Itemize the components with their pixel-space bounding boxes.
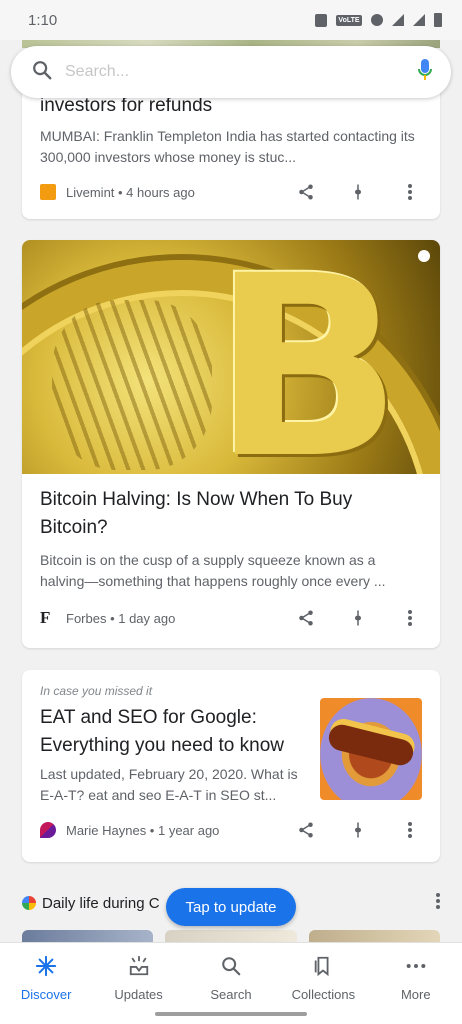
card-footer: F Forbes • 1 day ago xyxy=(40,604,422,632)
image-info-icon[interactable] xyxy=(418,250,430,262)
home-indicator[interactable] xyxy=(155,1012,307,1016)
share-icon[interactable] xyxy=(294,606,318,630)
status-time: 1:10 xyxy=(28,11,58,29)
nav-label: Discover xyxy=(20,987,72,1002)
forbes-logo-icon: F xyxy=(40,608,51,627)
news-card-bitcoin[interactable]: B Bitcoin Halving: Is Now When To Buy Bi… xyxy=(22,240,440,648)
tune-icon[interactable] xyxy=(346,818,370,842)
updates-icon xyxy=(127,955,151,981)
search-bar[interactable] xyxy=(11,46,451,98)
search-input[interactable] xyxy=(65,63,417,81)
more-vert-icon[interactable] xyxy=(436,892,440,914)
wifi-signal-icon xyxy=(392,14,404,26)
status-bar: 1:10 VoLTE xyxy=(0,0,462,40)
do-not-disturb-icon xyxy=(371,14,383,26)
more-vert-icon[interactable] xyxy=(398,818,422,842)
discover-screen: investors for refunds MUMBAI: Franklin T… xyxy=(0,0,462,1024)
nav-label: More xyxy=(400,987,431,1002)
card-source: Forbes • 1 day ago xyxy=(66,610,176,626)
search-icon xyxy=(220,955,242,981)
volte-icon: VoLTE xyxy=(336,14,362,26)
more-vert-icon[interactable] xyxy=(398,180,422,204)
card-source: Marie Haynes • 1 year ago xyxy=(66,822,220,838)
nav-label: Updates xyxy=(114,987,163,1002)
battery-icon xyxy=(434,13,442,27)
nav-more[interactable]: More xyxy=(376,955,456,1024)
nav-label: Search xyxy=(210,987,252,1002)
card-footer: Marie Haynes • 1 year ago xyxy=(40,816,422,844)
card-source: Livemint • 4 hours ago xyxy=(66,184,195,200)
collections-icon xyxy=(312,955,334,981)
card-kicker: In case you missed it xyxy=(40,684,153,698)
card-title[interactable]: EAT and SEO for Google: Everything you n… xyxy=(40,704,308,760)
bitcoin-symbol-icon: B xyxy=(212,240,403,475)
microphone-icon[interactable] xyxy=(417,58,433,87)
marie-haynes-logo-icon xyxy=(40,822,56,838)
card-title[interactable]: Bitcoin Halving: Is Now When To Buy Bitc… xyxy=(40,486,422,542)
asterisk-icon xyxy=(35,955,57,981)
card-snippet: Bitcoin is on the cusp of a supply squee… xyxy=(40,552,386,589)
more-dots-icon xyxy=(405,955,427,981)
card-footer: Livemint • 4 hours ago xyxy=(40,178,422,206)
bitcoin-image[interactable]: B xyxy=(22,240,440,474)
tune-icon[interactable] xyxy=(346,180,370,204)
section-title: Daily life during C xyxy=(42,894,160,912)
card-snippet: MUMBAI: Franklin Templeton India has sta… xyxy=(40,128,415,165)
share-icon[interactable] xyxy=(294,180,318,204)
tap-to-update-button[interactable]: Tap to update xyxy=(166,888,296,926)
share-icon[interactable] xyxy=(294,818,318,842)
google-topic-icon xyxy=(22,896,36,910)
card-snippet: Last updated, February 20, 2020. What is… xyxy=(40,766,298,803)
status-icons: VoLTE xyxy=(315,13,442,27)
news-card-eat-seo[interactable]: In case you missed it EAT and SEO for Go… xyxy=(22,670,440,862)
nav-discover[interactable]: Discover xyxy=(6,955,86,1024)
cell-signal-icon xyxy=(413,14,425,26)
tune-icon[interactable] xyxy=(346,606,370,630)
nfc-icon xyxy=(315,13,327,27)
nav-label: Collections xyxy=(291,987,356,1002)
more-vert-icon[interactable] xyxy=(398,606,422,630)
livemint-logo-icon xyxy=(40,184,56,200)
coin-circuit-lines xyxy=(52,300,212,470)
hotdog-thumbnail-image[interactable] xyxy=(320,698,422,800)
search-icon xyxy=(31,59,53,86)
